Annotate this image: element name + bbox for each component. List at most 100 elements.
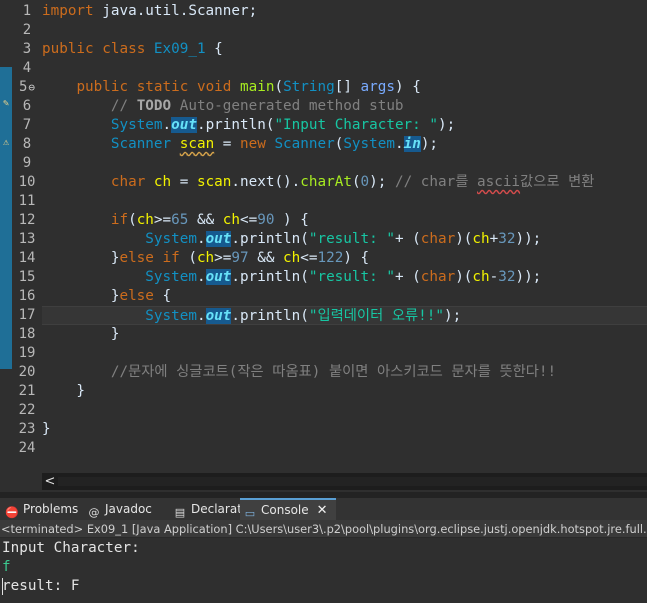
code-token: main [240, 79, 275, 95]
tab-declaration[interactable]: ▤ Declaration [170, 498, 260, 520]
code-token: Scanner [274, 136, 335, 152]
code-token: ch [153, 174, 172, 190]
line-number: 22 [18, 402, 36, 418]
code-line[interactable]: //문자에 싱글코트(작은 따옴표) 붙이면 아스키코드 문자를 뜻한다!! [42, 363, 647, 382]
line-number: 19 [18, 345, 36, 361]
scroll-left-arrow-icon[interactable]: < [42, 473, 58, 490]
at-sign-icon: @ [88, 506, 100, 519]
code-line[interactable] [42, 59, 647, 78]
code-line[interactable] [42, 192, 647, 211]
code-token: . [394, 136, 404, 152]
horizontal-scrollbar[interactable]: < [42, 473, 647, 490]
fold-toggle-icon[interactable]: ⊖ [28, 81, 35, 94]
code-token: 90 [257, 212, 275, 228]
console-line: result: F [2, 578, 80, 594]
tab-problems[interactable]: ⛔ Problems [2, 498, 82, 520]
text-caret [2, 578, 3, 595]
bottom-panel-tabs: ⛔ Problems @ Javadoc ▤ Declaration ▭ Console ✕ [0, 498, 647, 520]
code-line[interactable]: }else { [42, 287, 647, 306]
code-line[interactable]: System.out.println("result: "+ (char)(ch… [42, 230, 647, 249]
console-line: f [2, 559, 11, 575]
code-token: <= [240, 212, 258, 228]
code-token: ch [472, 269, 490, 285]
line-number: 13 [18, 231, 36, 247]
code-line[interactable] [42, 401, 647, 420]
code-token: // [110, 98, 137, 114]
code-line[interactable]: } [42, 420, 647, 439]
code-token: Auto-generated method stub [171, 98, 404, 114]
line-number: 11 [18, 193, 36, 209]
code-token: 32 [498, 269, 516, 285]
code-token: System [343, 136, 395, 152]
tab-console[interactable]: ▭ Console ✕ [240, 498, 336, 520]
line-number: 5⊖ [18, 79, 36, 95]
code-token: <= [300, 250, 318, 266]
code-line[interactable]: System.out.println("Input Character: "); [42, 116, 647, 135]
code-line[interactable]: if(ch>=65 && ch<=90 ) { [42, 211, 647, 230]
code-line[interactable]: }else if (ch>=97 && ch<=122) { [42, 249, 647, 268]
code-line[interactable]: Scanner scan = new Scanner(System.in); [42, 135, 647, 154]
code-area[interactable]: import java.util.Scanner; public class Ex… [42, 0, 647, 470]
line-number: 12 [18, 212, 36, 228]
code-line[interactable]: } [42, 382, 647, 401]
line-number: 9 [22, 155, 32, 171]
console-line: Input Character: [2, 540, 140, 556]
line-number: 8 [22, 136, 32, 152]
code-token: ch [222, 212, 241, 228]
code-line[interactable] [42, 344, 647, 363]
code-token: String [283, 79, 335, 95]
code-token: = [171, 174, 197, 190]
code-token: "입력데이터 오류!!" [308, 308, 444, 324]
line-number: 10 [18, 174, 36, 190]
code-token: . [196, 269, 206, 285]
tab-javadoc[interactable]: @ Javadoc [84, 498, 168, 520]
scrollbar-track[interactable] [58, 477, 647, 486]
code-token: } [42, 250, 120, 266]
close-icon[interactable]: ✕ [317, 503, 328, 518]
code-token: ) { [343, 250, 370, 266]
tab-label: Console [261, 503, 309, 517]
code-line[interactable]: public class Ex09_1 { [42, 40, 647, 59]
code-token: ascii [477, 174, 521, 190]
code-editor[interactable]: ✎ ⚠ 1 2 3 4 5⊖ 6 7 8 9 10 11 12 13 14 15 16 17 18 19 20 21 22… [0, 0, 647, 492]
task-marker-icon[interactable]: ✎ [0, 98, 12, 110]
code-token: } [42, 421, 51, 437]
code-token: ) { [274, 212, 309, 228]
warning-marker-icon[interactable]: ⚠ [0, 137, 12, 149]
code-line[interactable]: } [42, 325, 647, 344]
code-token: void [196, 79, 232, 95]
code-line[interactable]: System.out.println("입력데이터 오류!!"); [42, 306, 647, 325]
code-token: } [42, 288, 120, 304]
code-token: ); [369, 174, 395, 190]
code-token: out [171, 117, 197, 133]
code-token: "result: " [308, 231, 395, 247]
code-token: >= [214, 250, 232, 266]
code-line[interactable]: char ch = scan.next().charAt(0); // char… [42, 173, 647, 192]
code-token: public [42, 41, 94, 57]
code-line[interactable] [42, 439, 647, 458]
code-token: ( [179, 250, 197, 266]
code-line[interactable]: System.out.println("result: "+ (char)(ch… [42, 268, 647, 287]
code-line[interactable] [42, 21, 647, 40]
code-token: ); [437, 117, 456, 133]
code-token: . [196, 231, 206, 247]
code-token: if [110, 212, 129, 228]
code-line[interactable] [42, 154, 647, 173]
code-token: java.util.Scanner; [93, 3, 258, 19]
code-token: )( [455, 231, 473, 247]
code-token: System [145, 308, 197, 324]
code-line[interactable]: public static void main(String[] args) { [42, 78, 647, 97]
code-token: ); [420, 136, 439, 152]
code-line[interactable]: import java.util.Scanner; [42, 2, 647, 21]
code-token: - [489, 269, 499, 285]
code-line[interactable]: // TODO Auto-generated method stub [42, 97, 647, 116]
console-output[interactable]: Input Character: f result: F [0, 538, 647, 603]
